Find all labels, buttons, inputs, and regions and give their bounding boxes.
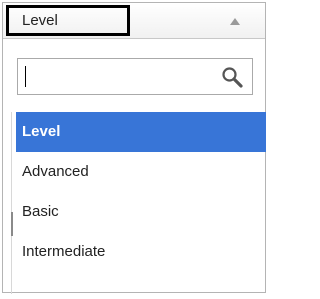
search-field[interactable] [17, 58, 253, 95]
search-icon[interactable] [221, 66, 243, 88]
level-dropdown[interactable]: Level Level Advanced Basic Intermediate [2, 2, 266, 294]
option-advanced[interactable]: Advanced [16, 152, 266, 192]
option-basic[interactable]: Basic [16, 192, 266, 232]
divider [11, 112, 12, 294]
chevron-up-icon[interactable] [230, 18, 240, 25]
select-header[interactable]: Level [3, 3, 265, 39]
text-caret [25, 66, 26, 87]
option-level[interactable]: Level [16, 112, 266, 152]
divider-accent [11, 212, 13, 236]
search-input[interactable] [24, 64, 204, 89]
selected-value[interactable]: Level [6, 5, 130, 36]
options-list: Level Advanced Basic Intermediate [16, 112, 266, 272]
option-intermediate[interactable]: Intermediate [16, 232, 266, 272]
